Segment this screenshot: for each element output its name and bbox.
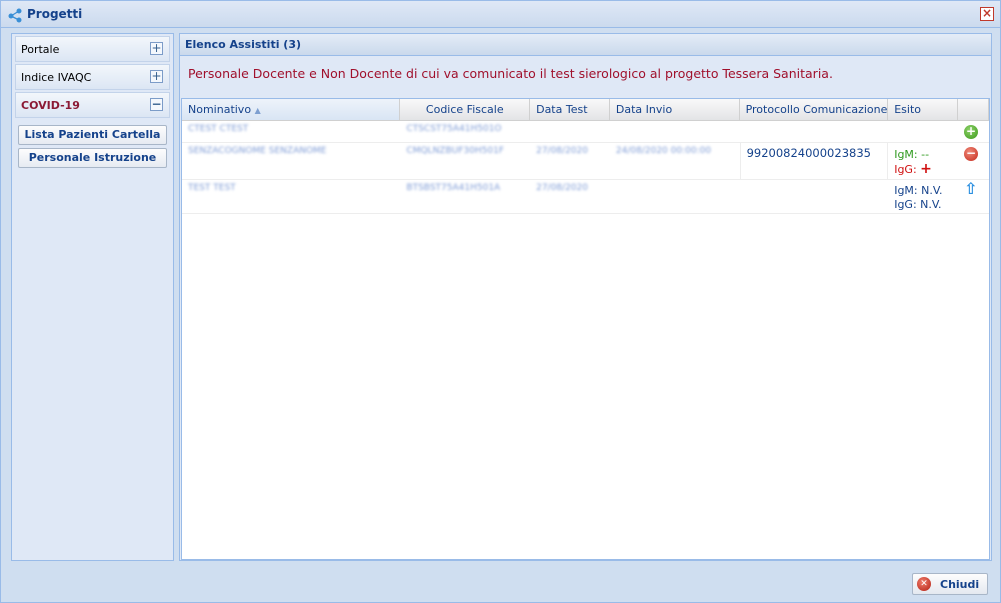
sidebar-section-label: Portale: [21, 42, 60, 56]
column-label: Nominativo: [188, 103, 252, 116]
expand-icon[interactable]: +: [150, 70, 163, 83]
cell-esito: [888, 121, 958, 142]
igm-value: N.V.: [921, 184, 943, 197]
cell-data-test: 27/08/2020: [536, 146, 588, 156]
cell-data-invio: 24/08/2020 00:00:00: [615, 146, 712, 156]
cell-codice-fiscale: BTSBST75A41H501A: [406, 183, 501, 193]
column-protocollo[interactable]: Protocollo Comunicazione: [740, 99, 889, 120]
igg-label: IgG:: [894, 198, 917, 211]
column-label: Codice Fiscale: [425, 103, 504, 116]
table-row[interactable]: TEST TEST BTSBST75A41H501A 27/08/2020 Ig…: [182, 180, 989, 214]
column-codice-fiscale[interactable]: Codice Fiscale: [400, 99, 531, 120]
igm-value: --: [921, 148, 930, 161]
window-titlebar: Progetti ×: [1, 1, 1000, 28]
lista-pazienti-cartella-button[interactable]: Lista Pazienti Cartella: [18, 125, 167, 145]
chiudi-label: Chiudi: [940, 577, 980, 591]
close-circle-icon: ✕: [917, 577, 931, 591]
cell-data-invio: [610, 180, 740, 213]
cell-nominativo: SENZACOGNOME SENZANOME: [188, 146, 327, 156]
sidebar-section-label: Indice IVAQC: [21, 70, 92, 84]
cell-action: −: [958, 143, 989, 179]
add-icon[interactable]: +: [964, 125, 979, 139]
igg-label: IgG:: [894, 163, 917, 176]
window-title: Progetti: [27, 7, 83, 21]
cell-protocollo: [740, 180, 889, 213]
cell-data-test: 27/08/2020: [536, 183, 588, 193]
cell-nominativo: CTEST CTEST: [188, 124, 249, 134]
main-panel: Elenco Assistiti (3) Personale Docente e…: [179, 33, 992, 561]
igg-value: N.V.: [920, 198, 942, 211]
igm-label: IgM:: [894, 148, 918, 161]
igm-result: IgM: N.V.: [894, 184, 952, 198]
cell-esito: IgM: -- IgG: +: [888, 143, 958, 179]
igm-label: IgM:: [894, 184, 918, 197]
grid-header: Nominativo ▲ Codice Fiscale Data Test Da…: [182, 99, 989, 121]
cell-codice-fiscale: CMQLNZBUF30H501F: [406, 146, 504, 156]
cell-data-test: [530, 121, 610, 142]
igg-result: IgG: N.V.: [894, 198, 952, 212]
table-row[interactable]: CTEST CTEST CTSCST75A41H501O +: [182, 121, 989, 143]
column-esito[interactable]: Esito: [888, 99, 959, 120]
cell-esito: IgM: N.V. IgG: N.V.: [888, 180, 958, 213]
cell-nominativo: TEST TEST: [188, 183, 236, 193]
sidebar-section-portale[interactable]: Portale +: [15, 36, 170, 62]
cell-action: +: [958, 121, 989, 142]
remove-icon[interactable]: −: [964, 147, 979, 161]
sidebar: Portale + Indice IVAQC + COVID-19 − List…: [11, 33, 174, 561]
column-label: Data Test: [536, 103, 588, 116]
covid-section-body: Lista Pazienti Cartella Personale Istruz…: [12, 118, 173, 168]
sidebar-section-covid-19[interactable]: COVID-19 −: [15, 92, 170, 118]
panel-title: Elenco Assistiti (3): [180, 34, 991, 56]
column-label: Esito: [894, 103, 921, 116]
collapse-icon[interactable]: −: [150, 98, 163, 111]
chiudi-button[interactable]: ✕ Chiudi: [912, 573, 988, 595]
expand-icon[interactable]: +: [150, 42, 163, 55]
progetti-window: Progetti × Portale + Indice IVAQC + COVI…: [0, 0, 1001, 603]
cell-action: ⇧: [958, 180, 989, 213]
cell-protocollo: 99200824000023835: [739, 143, 889, 179]
personale-istruzione-button[interactable]: Personale Istruzione: [18, 148, 167, 168]
table-row[interactable]: SENZACOGNOME SENZANOME CMQLNZBUF30H501F …: [182, 143, 989, 180]
cell-data-invio: [610, 121, 740, 142]
igm-result: IgM: --: [894, 148, 952, 162]
upload-arrow-icon[interactable]: ⇧: [964, 180, 977, 198]
sidebar-section-indice-ivaqc[interactable]: Indice IVAQC +: [15, 64, 170, 90]
column-data-test[interactable]: Data Test: [530, 99, 610, 120]
sidebar-section-label: COVID-19: [21, 98, 80, 112]
column-data-invio[interactable]: Data Invio: [610, 99, 740, 120]
cell-codice-fiscale: CTSCST75A41H501O: [406, 124, 502, 134]
igg-result: IgG: +: [894, 162, 952, 177]
column-label: Protocollo Comunicazione: [745, 103, 888, 116]
close-icon[interactable]: ×: [980, 7, 994, 21]
column-actions: [958, 99, 989, 120]
column-nominativo[interactable]: Nominativo ▲: [182, 99, 401, 120]
window-footer: ✕ Chiudi: [1, 565, 1000, 602]
cell-protocollo: [740, 121, 889, 142]
share-icon: [8, 8, 22, 23]
sort-asc-icon: ▲: [254, 106, 261, 115]
igg-value: +: [920, 161, 932, 177]
column-label: Data Invio: [615, 103, 673, 116]
assistiti-grid: Nominativo ▲ Codice Fiscale Data Test Da…: [181, 98, 990, 560]
notice-text: Personale Docente e Non Docente di cui v…: [180, 56, 991, 96]
